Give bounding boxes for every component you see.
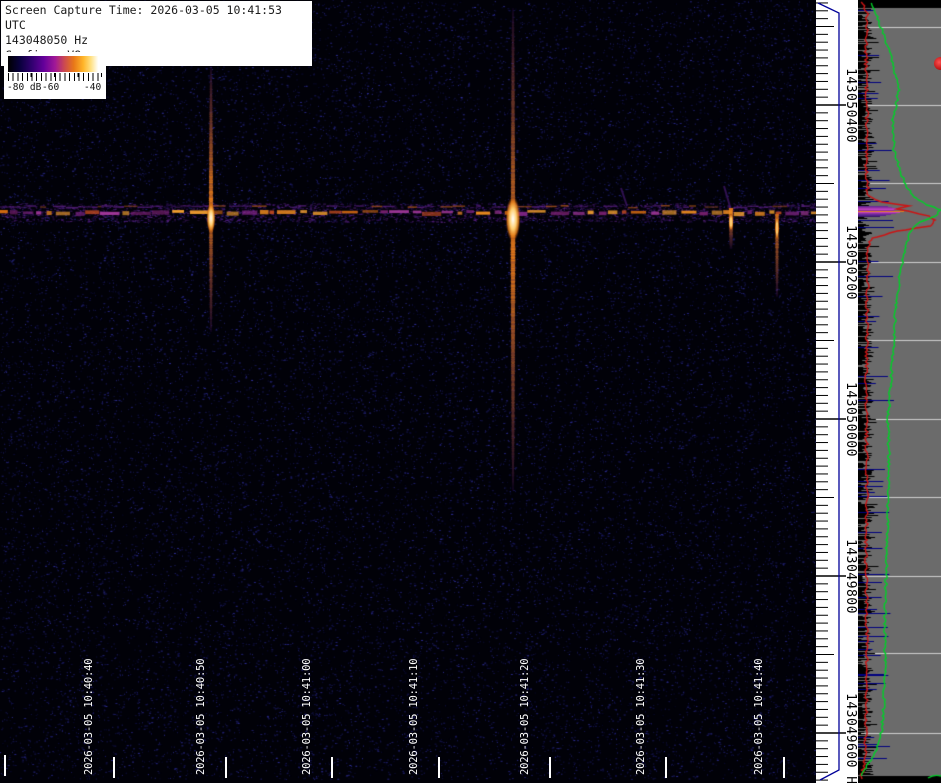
frequency-axis-label: 143049800 [843,539,858,614]
recording-indicator-dot [934,57,941,70]
time-axis-tick [549,757,551,778]
frequency-axis-label: 143049600 Hz [843,693,858,783]
time-axis-tick [665,757,667,778]
colorbar-label-mid: -60 [42,82,59,93]
time-axis-tick [4,755,6,776]
frequency-axis-label: 143050000 [843,382,858,457]
time-axis-label: 2026-03-05 10:41:40 [752,659,766,775]
time-axis-label: 2026-03-05 10:41:30 [634,659,648,775]
colorbar-ticks [8,73,102,81]
capture-time-text: Screen Capture Time: 2026-03-05 10:41:53… [5,3,308,33]
time-axis-label: 2026-03-05 10:40:40 [82,659,96,775]
colorbar-label-max: -40 [84,82,101,93]
spectrum-graph [858,0,941,783]
time-axis-tick [783,757,785,778]
time-axis-tick [438,757,440,778]
time-axis-label: 2026-03-05 10:41:20 [518,659,532,775]
frequency-axis-label: 143050400 [843,68,858,143]
colorbar-label-min: -80 dB [7,82,41,93]
capture-frequency-text: 143048050 Hz [5,33,308,48]
colorbar-gradient [8,56,102,72]
time-axis-tick [113,757,115,778]
intensity-colorbar: -80 dB -60 -40 [4,52,106,99]
time-axis-tick [331,757,333,778]
spectrum-lab-capture: 143050400 143050200 143050000 143049800 … [0,0,941,783]
time-axis-label: 2026-03-05 10:41:00 [300,659,314,775]
time-axis-label: 2026-03-05 10:41:10 [407,659,421,775]
time-axis-label: 2026-03-05 10:40:50 [194,659,208,775]
time-axis-tick [225,757,227,778]
frequency-axis-label: 143050200 [843,225,858,300]
